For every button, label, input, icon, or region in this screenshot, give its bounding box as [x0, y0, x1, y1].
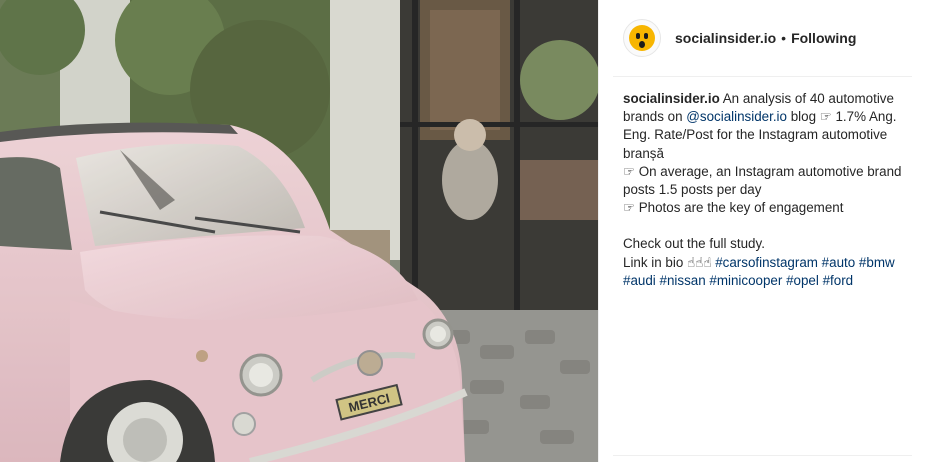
- caption-cta: Check out the full study.: [623, 236, 765, 252]
- header-divider: [613, 76, 912, 77]
- hashtag-link[interactable]: #ford: [823, 273, 854, 288]
- instagram-post: MERCI socialinsider.io • Following socia…: [0, 0, 936, 462]
- following-button[interactable]: Following: [791, 30, 856, 46]
- hashtag-link[interactable]: #bmw: [859, 255, 895, 270]
- comments-divider: [613, 455, 912, 456]
- caption-author-link[interactable]: socialinsider.io: [623, 91, 720, 106]
- mention-link[interactable]: @socialinsider.io: [686, 109, 787, 124]
- hashtag-link[interactable]: #opel: [786, 273, 819, 288]
- hashtag-link[interactable]: #audi: [623, 273, 656, 288]
- post-header: socialinsider.io • Following: [599, 0, 936, 76]
- post-caption: socialinsider.io An analysis of 40 autom…: [623, 90, 915, 290]
- pink-fiat-500-photo: MERCI: [0, 0, 598, 462]
- surprised-face-logo-icon: [629, 25, 655, 51]
- avatar[interactable]: [623, 19, 661, 57]
- caption-photos-key: ☞ Photos are the key of engagement: [623, 200, 844, 216]
- caption-posts-per-day: ☞ On average, an Instagram automotive br…: [623, 163, 902, 198]
- post-side-panel: socialinsider.io • Following socialinsid…: [598, 0, 936, 462]
- hashtag-link[interactable]: #minicooper: [709, 273, 782, 288]
- hashtag-link[interactable]: #auto: [822, 255, 856, 270]
- caption-link-in-bio: Link in bio ☝☝☝: [623, 254, 712, 270]
- post-photo[interactable]: MERCI: [0, 0, 598, 462]
- hashtag-link[interactable]: #nissan: [660, 273, 706, 288]
- author-handle-link[interactable]: socialinsider.io: [675, 30, 776, 46]
- header-separator: •: [781, 30, 787, 46]
- hashtag-link[interactable]: #carsofinstagram: [715, 255, 818, 270]
